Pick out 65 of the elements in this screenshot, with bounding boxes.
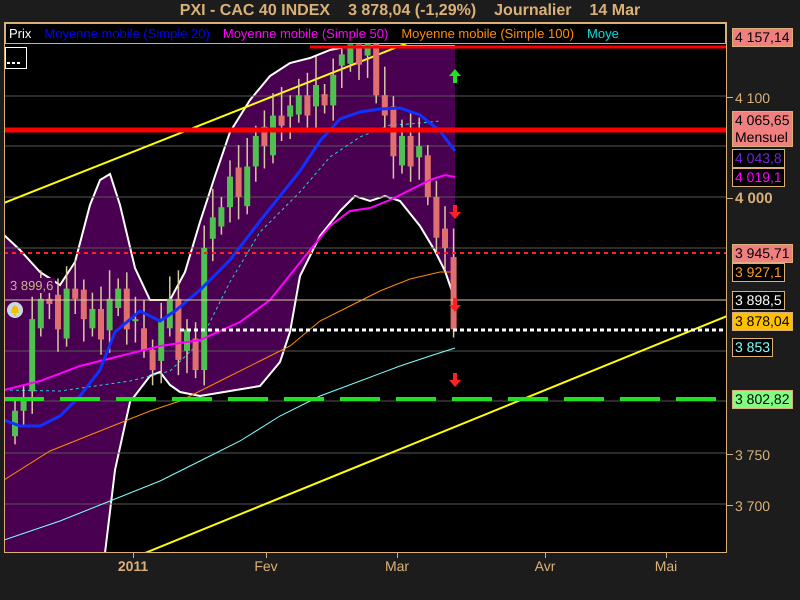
candlestick [192,322,199,378]
candlestick [338,46,345,88]
candlestick [356,44,362,80]
candlestick [287,95,294,139]
candlestick [322,84,328,114]
price-tag: 3 898,5 [732,291,785,310]
price-tag: 3 878,04 [732,312,792,331]
date-label: 14 Mar [590,2,640,20]
candlestick [132,296,138,343]
candlestick [150,340,156,386]
price-tag: 3 945,71 [732,244,792,263]
legend-item: Moyenne mobile (Simple 20) [44,26,210,41]
price-label: 3 899,6 [8,278,56,293]
arrow-up-icon [449,69,461,83]
candlestick [252,126,259,182]
candlestick [218,197,224,235]
candlestick [72,260,78,314]
price-tag: 3 927,1 [732,263,785,282]
price-tag: 4 019,1 [732,168,785,187]
candlestick [80,279,87,342]
candlestick [89,292,96,336]
price-tag: 3 802,82 [732,390,792,409]
candlestick [399,120,405,174]
candlestick [270,93,276,164]
candlestick [373,43,380,104]
legend-item: Moyenne mobile (Simple 50) [222,26,388,41]
legend-item: Prix [9,26,32,41]
time-axis-label: Mai [654,558,678,574]
price-tick-label: 4 000 [735,190,773,207]
price-tick-label: 4 100 [735,90,770,106]
candlestick [115,278,122,316]
arrow-down-icon [449,373,461,387]
arrow-down-icon [449,205,461,219]
candlestick [330,58,336,121]
time-axis-label: 2011 [118,558,148,574]
chart-title: PXI - CAC 40 INDEX [180,2,330,20]
candlestick [261,110,268,168]
period-label: Journalier [494,2,572,20]
price-tick-label: 3 700 [735,498,770,514]
candlestick [184,319,190,374]
legend-item: Moye [587,26,619,41]
price-tag: 3 853 [732,338,774,357]
candlestick [166,276,173,336]
candlestick [98,286,104,355]
price-tick-label: 3 750 [735,446,770,462]
legend-item: Moyenne mobile (Simple 100) [401,26,574,41]
time-axis-label: Fev [254,558,278,574]
candlestick [347,44,354,72]
time-axis-label: Mar [384,558,410,574]
price-tag: 4 043,8 [732,149,785,168]
candlestick [424,145,431,206]
candlestick [442,206,448,270]
candlestick [141,300,147,358]
candlestick [278,87,285,141]
candlestick [296,78,302,123]
candlestick [12,400,18,444]
arrow-down-icon [449,298,461,312]
price-change: 3 878,04 (-1,29%) [348,2,476,20]
candlestick [227,160,233,222]
time-axis-label: Avr [534,558,556,574]
price-tag: 4 065,65 Mensuel [732,111,792,147]
candlestick [416,118,422,180]
bell-icon [7,302,23,318]
candlestick [408,114,414,182]
price-tag: 4 157,14 [732,28,792,47]
